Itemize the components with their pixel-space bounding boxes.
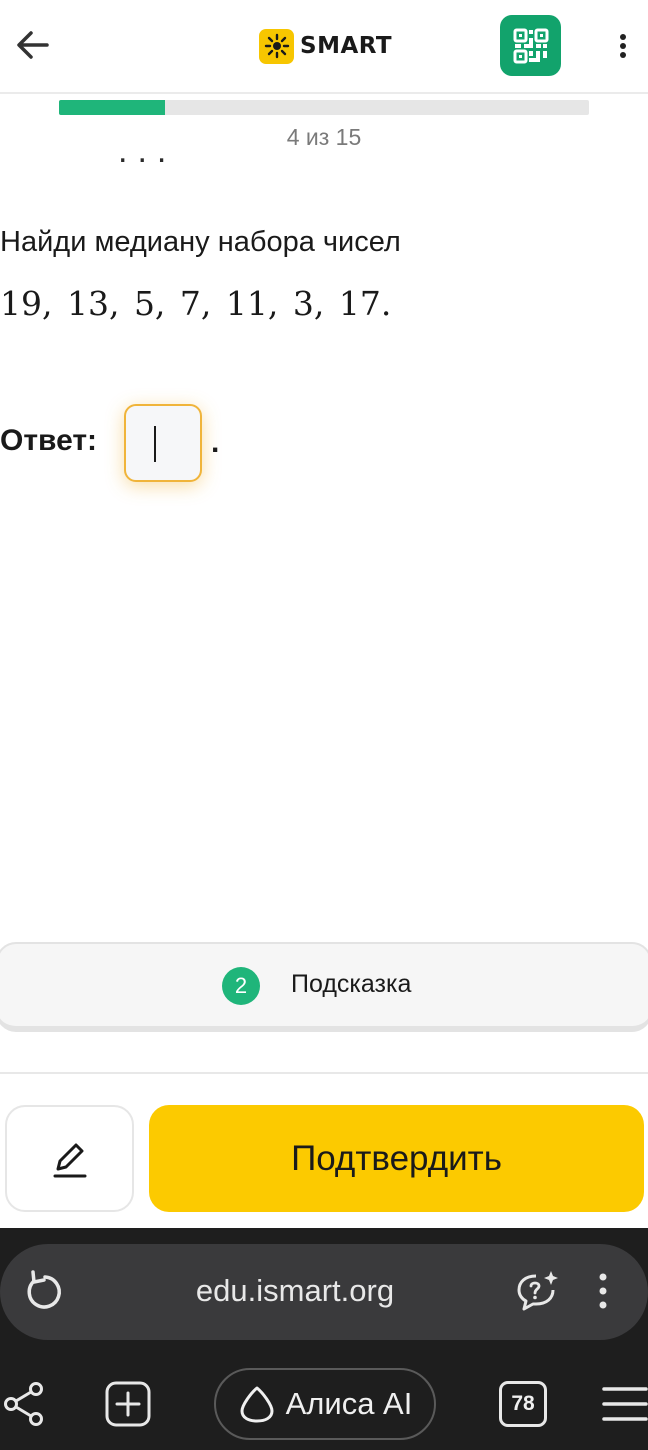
actions-divider — [0, 1072, 648, 1074]
header-divider — [0, 92, 648, 94]
answer-input[interactable] — [124, 404, 202, 482]
task-numbers: 19, 13, 5, 7, 11, 3, 17. — [0, 284, 392, 323]
hamburger-icon — [602, 1387, 648, 1421]
share-icon — [4, 1382, 43, 1426]
progress-counter: 4 из 15 — [286, 124, 362, 150]
text-caret — [154, 426, 156, 462]
logo-sun-icon — [259, 28, 294, 64]
tabs-button[interactable]: 78 — [499, 1381, 547, 1427]
task-title: Найди медиану набора чисел — [0, 226, 401, 258]
more-vertical-icon — [599, 1273, 607, 1309]
back-button[interactable] — [8, 20, 58, 70]
progress-bar — [59, 100, 589, 115]
arrow-left-icon — [17, 31, 49, 59]
hint-count-badge: 2 — [222, 967, 260, 1005]
app-header: SMART — [0, 0, 648, 92]
logo-text: SMART — [300, 33, 393, 59]
smart-logo: SMART — [259, 28, 392, 64]
alice-ai-button[interactable]: Алиса AI — [214, 1368, 436, 1440]
more-options-button[interactable] — [606, 24, 640, 68]
new-tab-icon — [105, 1381, 151, 1427]
qr-code-icon — [513, 28, 548, 63]
hint-label: Подсказка — [291, 970, 412, 998]
progress-fill — [59, 100, 165, 115]
alice-icon — [240, 1386, 274, 1423]
more-vertical-icon — [620, 34, 626, 58]
qr-code-button[interactable] — [500, 15, 561, 76]
share-button[interactable] — [0, 1380, 48, 1428]
browser-menu-button[interactable] — [602, 1386, 648, 1422]
alice-ai-label: Алиса AI — [285, 1386, 413, 1421]
address-bar-menu-button[interactable] — [588, 1268, 618, 1314]
pencil-icon — [53, 1143, 86, 1177]
new-tab-button[interactable] — [104, 1380, 152, 1428]
draft-button[interactable] — [5, 1105, 134, 1212]
answer-suffix: . — [211, 426, 220, 459]
answer-label: Ответ: — [0, 424, 98, 457]
alice-chat-icon — [517, 1271, 558, 1311]
confirm-button[interactable]: Подтвердить — [149, 1105, 644, 1212]
previous-heading-cutoff: ... — [118, 150, 177, 170]
alice-chat-button[interactable] — [512, 1266, 562, 1316]
url-text[interactable]: edu.ismart.org — [0, 1273, 590, 1309]
